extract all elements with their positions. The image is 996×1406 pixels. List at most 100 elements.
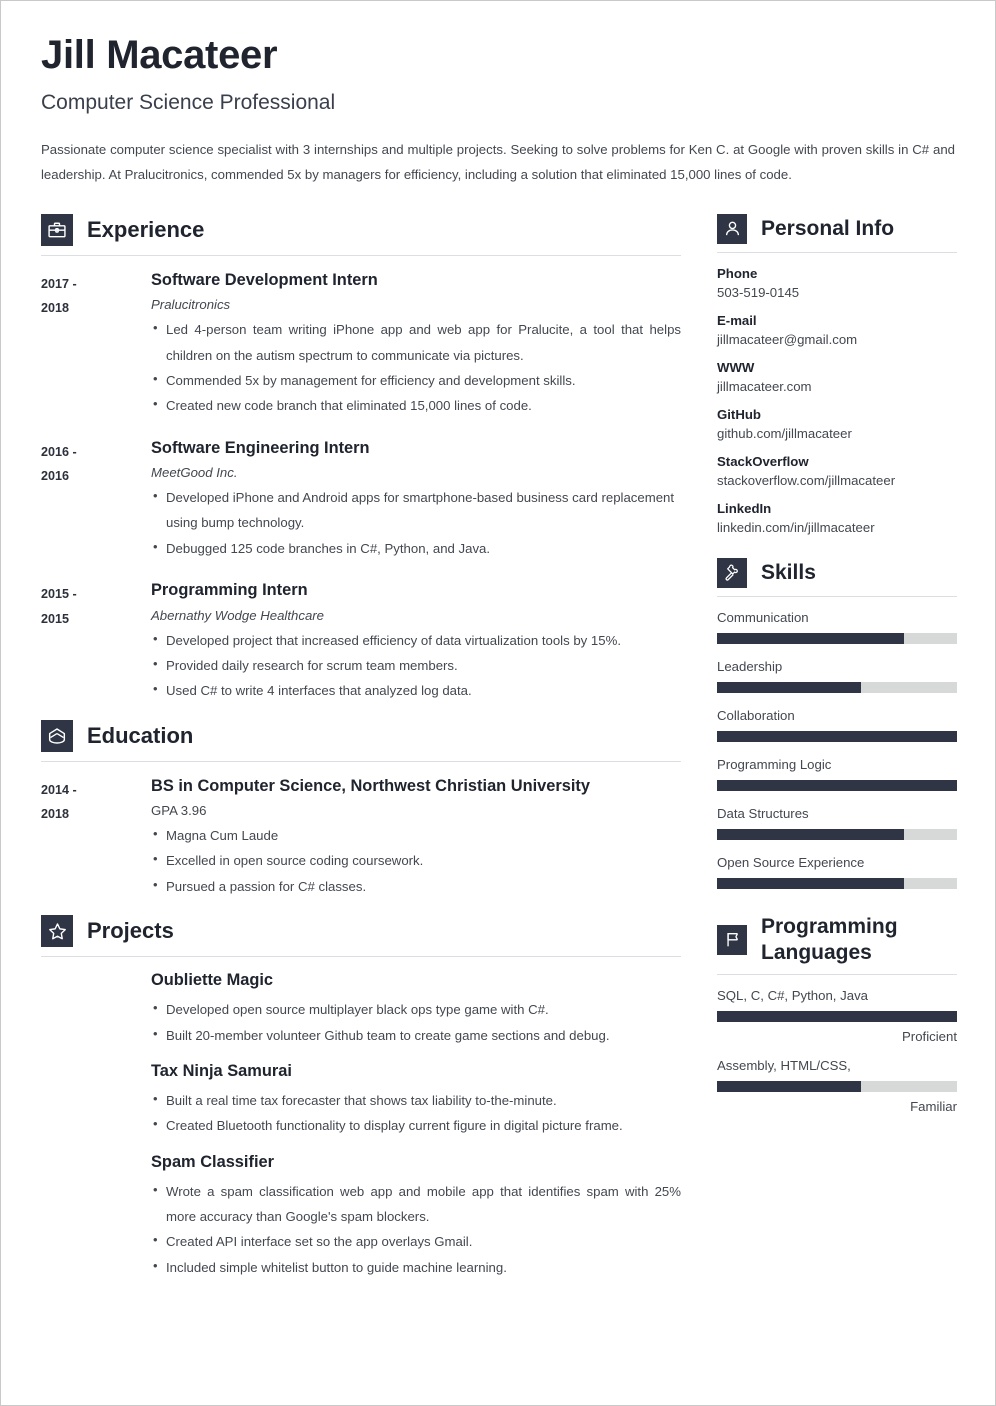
entry-company: Abernathy Wodge Healthcare: [151, 607, 325, 623]
skill-bar-fill: [717, 877, 905, 889]
education-entry: 2014 - 2018 BS in Computer Science, Nort…: [41, 776, 681, 900]
section-title: Skills: [761, 560, 816, 584]
skill-bar-fill: [717, 828, 905, 840]
section-title: Experience: [87, 216, 205, 242]
project-title: Spam Classifier: [151, 1152, 274, 1171]
section-skills: Skills Communication Leadership Collabor…: [717, 548, 957, 889]
bullet-item: Created new code branch that eliminated …: [151, 392, 681, 418]
puzzle-icon: [717, 557, 747, 588]
bullet-item: Built 20-member volunteer Github team to…: [151, 1021, 681, 1048]
info-label: WWW: [717, 359, 755, 375]
section-education: Education 2014 - 2018 BS in Computer Sci…: [41, 710, 681, 900]
skill-name: Leadership: [717, 658, 783, 674]
resume-header: Jill Macateer Computer Science Professio…: [41, 33, 955, 188]
skill-bar-fill: [717, 681, 861, 693]
section-divider: [717, 251, 957, 253]
info-item: E-mail jillmacateer@gmail.com: [717, 313, 957, 347]
entry-dates: 2015 - 2015: [41, 580, 151, 704]
entry-gpa: GPA 3.96: [151, 803, 207, 819]
info-item: StackOverflow stackoverflow.com/jillmaca…: [717, 454, 957, 488]
language-bar-fill: [717, 1011, 957, 1023]
skill-item: Communication: [717, 610, 957, 644]
project-bullets: Developed open source multiplayer black …: [151, 996, 681, 1048]
entry-bullets: Developed iPhone and Android apps for sm…: [151, 484, 681, 561]
graduation-cap-icon: [41, 719, 73, 752]
experience-entry: 2016 - 2016 Software Engineering Intern …: [41, 438, 681, 562]
skill-name: Programming Logic: [717, 756, 832, 772]
language-level-label: Proficient: [902, 1029, 957, 1045]
info-label: GitHub: [717, 406, 761, 422]
section-title: Programming Languages: [761, 914, 898, 964]
skill-bar-track: [717, 877, 957, 889]
briefcase-icon: [41, 213, 73, 246]
skill-bar-fill: [717, 632, 905, 644]
info-label: Phone: [717, 265, 758, 281]
bullet-item: Developed iPhone and Android apps for sm…: [151, 484, 681, 536]
info-item: Phone 503-519-0145: [717, 266, 957, 300]
bullet-item: Wrote a spam classification web app and …: [151, 1178, 681, 1230]
candidate-job-title: Computer Science Professional: [41, 91, 336, 114]
bullet-item: Included simple whitelist button to guid…: [151, 1254, 681, 1280]
entry-bullets: Magna Cum Laude Excelled in open source …: [151, 822, 681, 899]
language-level-label: Familiar: [910, 1099, 957, 1115]
bullet-item: Pursued a passion for C# classes.: [151, 873, 681, 899]
entry-dates: 2017 - 2018: [41, 270, 151, 419]
info-label: LinkedIn: [717, 500, 772, 516]
main-column: Experience 2017 - 2018 Software Developm…: [41, 204, 681, 1286]
section-title: Education: [87, 722, 194, 748]
bullet-item: Built a real time tax forecaster that sh…: [151, 1087, 681, 1113]
entry-date-start: 2016 -: [41, 444, 77, 459]
info-value-phone: 503-519-0145: [717, 284, 800, 300]
skill-bar-fill: [717, 730, 957, 742]
star-icon: [41, 915, 73, 948]
info-item: GitHub github.com/jillmacateer: [717, 407, 957, 441]
bullet-item: Commended 5x by management for efficienc…: [151, 367, 681, 393]
person-icon: [717, 213, 747, 244]
project-bullets: Wrote a spam classification web app and …: [151, 1178, 681, 1280]
skill-name: Open Source Experience: [717, 854, 865, 870]
info-value-stackoverflow: stackoverflow.com/jillmacateer: [717, 472, 896, 488]
skill-name: Communication: [717, 609, 809, 625]
section-divider: [41, 760, 681, 762]
summary-paragraph: Passionate computer science specialist w…: [41, 142, 955, 183]
skill-bar-track: [717, 779, 957, 791]
section-personal-info: Personal Info Phone 503-519-0145 E-mail …: [717, 204, 957, 535]
bullet-item: Debugged 125 code branches in C#, Python…: [151, 535, 681, 561]
experience-entry: 2017 - 2018 Software Development Intern …: [41, 270, 681, 419]
project-title: Tax Ninja Samurai: [151, 1061, 292, 1080]
entry-bullets: Developed project that increased efficie…: [151, 627, 681, 704]
bullet-item: Created Bluetooth functionality to displ…: [151, 1112, 681, 1138]
entry-date-end: 2018: [41, 807, 70, 822]
section-divider: [717, 974, 957, 976]
skill-bar-track: [717, 681, 957, 693]
section-divider: [41, 956, 681, 958]
language-bar-track: [717, 1081, 957, 1093]
info-value-www: jillmacateer.com: [717, 378, 812, 394]
entry-date-start: 2015 -: [41, 587, 77, 602]
bullet-item: Excelled in open source coding coursewor…: [151, 847, 681, 873]
info-item: WWW jillmacateer.com: [717, 360, 957, 394]
language-group: SQL, C, C#, Python, Java Proficient: [717, 988, 957, 1044]
skill-bar-track: [717, 730, 957, 742]
language-list: SQL, C, C#, Python, Java: [717, 988, 868, 1004]
info-value-email: jillmacateer@gmail.com: [717, 331, 858, 347]
entry-date-end: 2018: [41, 301, 70, 316]
info-label: E-mail: [717, 312, 757, 328]
bullet-item: Used C# to write 4 interfaces that analy…: [151, 677, 681, 703]
info-value-github: github.com/jillmacateer: [717, 425, 852, 441]
section-title: Projects: [87, 918, 174, 944]
bullet-item: Provided daily research for scrum team m…: [151, 652, 681, 678]
bullet-item: Developed project that increased efficie…: [151, 627, 681, 653]
section-title: Personal Info: [761, 216, 895, 240]
language-bar-track: [717, 1011, 957, 1023]
language-list: Assembly, HTML/CSS,: [717, 1058, 851, 1074]
language-group: Assembly, HTML/CSS, Familiar: [717, 1058, 957, 1114]
entry-bullets: Led 4-person team writing iPhone app and…: [151, 316, 681, 418]
info-label: StackOverflow: [717, 453, 809, 469]
bullet-item: Led 4-person team writing iPhone app and…: [151, 316, 681, 368]
entry-dates: 2016 - 2016: [41, 438, 151, 562]
entry-title: BS in Computer Science, Northwest Christ…: [151, 776, 591, 795]
skill-bar-track: [717, 828, 957, 840]
section-programming-languages: Programming Languages SQL, C, C#, Python…: [717, 904, 957, 1114]
skill-item: Open Source Experience: [717, 855, 957, 889]
